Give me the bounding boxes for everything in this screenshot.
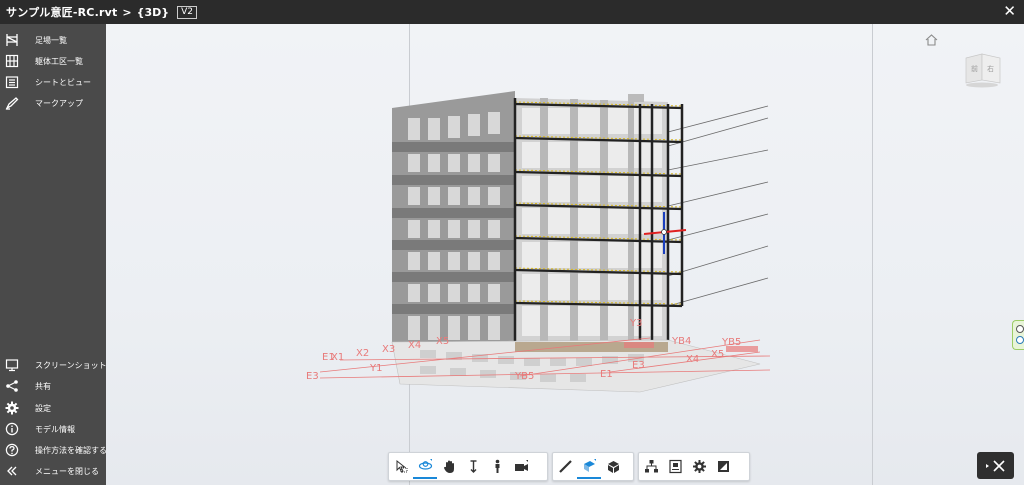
sidebar-item-label: マークアップ	[35, 98, 83, 108]
sidebar-item-markup[interactable]: マークアップ	[0, 93, 106, 113]
grid-label: E3	[306, 371, 319, 382]
sidebar-item-structure-zones[interactable]: 躯体工区一覧	[0, 51, 106, 71]
viewcube-face-right: 右	[987, 64, 994, 73]
grid-label: X4	[686, 354, 699, 365]
sidebar-item-label: 設定	[35, 403, 51, 413]
grid-label: X3	[382, 344, 395, 355]
grid-section-icon	[5, 54, 19, 68]
close-icon[interactable]: ✕	[1003, 3, 1016, 19]
sidebar-item-label: スクリーンショット	[35, 360, 107, 370]
sidebar-item-model-info[interactable]: モデル情報	[0, 419, 106, 439]
model-viewport[interactable]: E1 X1 X2 X3 X4 X5 E3 Y1 YB5 E1 Y3 YB4 YB…	[106, 24, 1024, 485]
grid-label: E1	[600, 369, 613, 380]
sidebar-item-label: 躯体工区一覧	[35, 56, 83, 66]
sidebar-item-settings[interactable]: 設定	[0, 398, 106, 418]
model-toolbar	[638, 452, 750, 481]
title-bar: サンプル意匠-RC.rvt > {3D} V2 ✕	[0, 0, 1024, 24]
grid-label: E3	[632, 360, 645, 371]
sidebar-item-label: シートとビュー	[35, 77, 91, 87]
help-icon	[5, 443, 19, 457]
screenshot-icon	[5, 358, 19, 372]
model-browser-icon[interactable]	[639, 454, 663, 479]
sidebar-item-label: 足場一覧	[35, 35, 67, 45]
grid-label: Y3	[629, 318, 642, 329]
sidebar-item-label: 共有	[35, 381, 51, 391]
scaffold-icon	[5, 33, 19, 47]
sidebar-item-scaffold-list[interactable]: 足場一覧	[0, 30, 106, 50]
side-panel-tab[interactable]	[1012, 320, 1024, 350]
properties-icon[interactable]	[663, 454, 687, 479]
fullscreen-icon[interactable]	[711, 454, 735, 479]
grid-label: X4	[408, 340, 421, 351]
camera-icon[interactable]	[509, 454, 533, 479]
tools-menu-button[interactable]	[977, 452, 1014, 479]
grid-label: X5	[436, 336, 449, 347]
zoom-icon[interactable]	[461, 454, 485, 479]
sidebar-item-close-menu[interactable]: メニューを閉じる	[0, 461, 106, 481]
select-icon[interactable]	[389, 454, 413, 479]
breadcrumb-separator: >	[122, 5, 132, 19]
viewcube[interactable]: 前 右	[962, 50, 1002, 88]
info-icon	[5, 422, 19, 436]
sidebar-item-label: モデル情報	[35, 424, 75, 434]
navigation-toolbar	[388, 452, 548, 481]
collapse-icon	[5, 464, 19, 478]
measure-icon[interactable]	[553, 454, 577, 479]
sidebar-item-label: メニューを閉じる	[35, 466, 99, 476]
markup-icon	[5, 96, 19, 110]
grid-label: X2	[356, 348, 369, 359]
grid-label: X1	[331, 352, 344, 363]
file-title: サンプル意匠-RC.rvt	[6, 6, 118, 19]
sidebar-item-screenshot[interactable]: スクリーンショット	[0, 355, 107, 375]
grid-label: YB5	[514, 371, 534, 382]
gear-icon	[5, 401, 19, 415]
grid-label: YB4	[671, 336, 691, 347]
settings-icon[interactable]	[687, 454, 711, 479]
share-icon	[5, 379, 19, 393]
first-person-icon[interactable]	[485, 454, 509, 479]
grid-label: X5	[711, 349, 724, 360]
sidebar-item-sheets-views[interactable]: シートとビュー	[0, 72, 106, 92]
sidebar-item-share[interactable]: 共有	[0, 376, 106, 396]
viewcube-face-front: 前	[971, 64, 978, 73]
tools-icon	[985, 459, 1005, 472]
sidebar-item-label: 操作方法を確認する	[35, 445, 107, 455]
home-icon[interactable]	[925, 34, 938, 46]
version-badge[interactable]: V2	[177, 5, 197, 19]
grid-label: Y1	[369, 363, 382, 374]
explode-icon[interactable]	[601, 454, 625, 479]
sidebar: 足場一覧 躯体工区一覧 シートとビュー マークアップ スクリーンショット 共有	[0, 24, 107, 485]
sidebar-item-help[interactable]: 操作方法を確認する	[0, 440, 107, 460]
pan-icon[interactable]	[437, 454, 461, 479]
orbit-icon[interactable]	[413, 454, 437, 479]
building-model[interactable]: E1 X1 X2 X3 X4 X5 E3 Y1 YB5 E1 Y3 YB4 YB…	[106, 24, 1024, 485]
section-icon[interactable]	[577, 454, 601, 479]
view-name: {3D}	[136, 5, 170, 19]
analysis-toolbar	[552, 452, 634, 481]
sheets-icon	[5, 75, 19, 89]
